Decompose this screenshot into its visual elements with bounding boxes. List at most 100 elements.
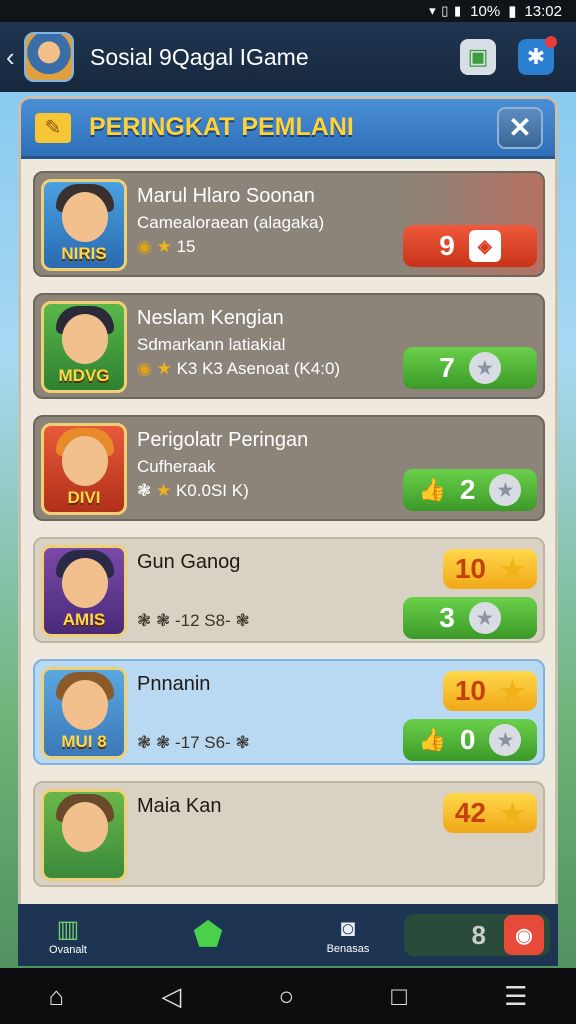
flower-icon: ❃ [137,481,152,500]
recents-icon[interactable]: □ [391,981,407,1012]
flower-icon: ❃ [235,733,250,752]
gold-pill[interactable]: 10 ★ [443,549,537,589]
star-icon: ★ [156,237,172,256]
nav-item-camera[interactable]: ◙ Benasas [298,915,398,955]
player-avatar: DIVI [41,423,127,515]
gold-value: 10 [454,553,487,584]
leaderboard-row[interactable]: DIVI Perigolatr Peringan Cufheraak ❃ ★ K… [33,415,545,521]
panel-header: ✎ PERINGKAT PEMLANI ✕ [21,99,555,159]
clock: 13:02 [524,2,562,20]
panel-title: PERINGKAT PEMLANI [89,113,354,141]
nav-item-center[interactable]: ⬟ [158,915,258,955]
player-stats: ◉ ★ 15 [137,237,195,257]
score-pill[interactable]: 👍 0 ★ [403,719,537,761]
score-value: 9 [439,230,455,261]
home-icon[interactable]: ⌂ [49,981,65,1012]
nav-label: Ovanalt [49,943,87,956]
shield-phone-icon: ⬟ [193,916,223,954]
battery-icon: ▮ [508,3,517,20]
leaderboard-row[interactable]: MDVG Neslam Kengian Sdmarkann latiakial … [33,293,545,399]
app-avatar[interactable] [24,32,74,82]
gift-icon[interactable]: ▣ [460,39,496,75]
star-badge-icon: ★ [468,602,501,634]
leaderboard-row[interactable]: Maia Kan 42 ★ [33,781,545,887]
player-stats-value: K3 K3 Asenoat (K4:0) [176,359,341,378]
star-icon: ★ [500,797,526,829]
status-bar: ▾ ▯ ▮ 10% ▮ 13:02 [0,0,576,22]
star-badge-icon: ★ [489,724,522,756]
player-tag: NIRIS [61,244,107,263]
nav-label: Benasas [326,943,370,955]
score-value: 3 [439,602,455,633]
player-avatar [41,789,127,881]
player-avatar: NIRIS [41,179,127,271]
star-icon: ★ [500,675,526,707]
score-pill[interactable]: 3 ★ [403,597,537,639]
score-pill[interactable]: 9 ◈ [403,225,537,267]
score-value: 7 [439,352,455,383]
gold-pill[interactable]: 10 ★ [443,671,537,711]
menu-icon[interactable]: ☰ [504,981,527,1012]
coin-icon: ◉ [137,237,152,256]
pencil-icon: ✎ [35,112,71,143]
flower-icon: ❃ [235,611,250,630]
star-badge-icon: ★ [468,352,501,384]
leaderboard-list: NIRIS Marul Hlaro Soonan Camealoraean (a… [33,171,545,903]
score-pill[interactable]: 7 ★ [403,347,537,389]
player-stats: ❃ ❃ -12 S8- ❃ [137,611,250,631]
player-name: Gun Ganog [137,551,241,573]
camera-icon: ◙ [340,915,356,942]
star-icon: ★ [156,359,172,378]
player-stats-value: K0.0SI K) [175,481,249,500]
leaderboard-panel: ✎ PERINGKAT PEMLANI ✕ NIRIS Marul Hlaro … [18,96,558,956]
app-bar: ‹ Sosial 9Qagal IGame ▣ ✱ [0,22,576,92]
star-icon: ★ [155,481,172,500]
player-tag: AMIS [62,610,106,629]
leaderboard-row[interactable]: NIRIS Marul Hlaro Soonan Camealoraean (a… [33,171,545,277]
notification-badge-icon[interactable]: ✱ [518,36,557,75]
gold-value: 42 [454,797,487,828]
chart-icon: ▥ [56,915,80,943]
player-name: Maia Kan [137,795,222,817]
nav-score-pill[interactable]: 8 ◉ [404,914,550,956]
player-tag: MDVG [58,366,110,385]
player-avatar: MUI 8 [41,667,127,759]
coin-icon: ◉ [137,359,152,378]
app-title: Sosial 9Qagal IGame [90,43,309,70]
player-stats: ❃ ❃ -17 S6- ❃ [137,733,250,753]
notification-dot [545,36,557,48]
gold-value: 10 [454,675,487,706]
player-tag: MUI 8 [61,732,107,751]
nav-item-left[interactable]: ▥ Ovanalt [18,915,118,956]
player-subtitle: Sdmarkann latiakial [137,335,286,354]
battery-text: 10% [470,2,501,20]
player-stats-value: -17 S6- [174,733,231,752]
player-name: Pnnanin [137,673,211,695]
signal-icon: ▾ ▯ ▮ [429,3,463,18]
player-name: Perigolatr Peringan [137,429,309,451]
leaderboard-row-current-player[interactable]: MUI 8 Pnnanin ❃ ❃ -17 S6- ❃ 10 ★ 👍 0 ★ [33,659,545,765]
system-nav-bar: ⌂ ◁ ○ □ ☰ [0,968,576,1024]
close-button[interactable]: ✕ [497,106,543,149]
player-subtitle: Camealoraean (alagaka) [137,213,325,232]
gold-pill[interactable]: 42 ★ [443,793,537,833]
back-arrow-icon[interactable]: ‹ [6,42,22,73]
bottom-nav: ▥ Ovanalt ⬟ ◙ Benasas 8 ◉ [18,904,558,966]
star-badge-icon: ★ [489,474,522,506]
player-subtitle: Cufheraak [137,457,216,476]
player-stats: ◉ ★ K3 K3 Asenoat (K4:0) [137,359,340,379]
circle-home-icon[interactable]: ○ [278,981,294,1012]
diamond-icon: ◈ [468,230,501,262]
leaderboard-row[interactable]: AMIS Gun Ganog ❃ ❃ -12 S8- ❃ 10 ★ 3 ★ [33,537,545,643]
back-icon[interactable]: ◁ [161,981,181,1012]
player-stats-value: -12 S8- [174,611,231,630]
player-avatar: MDVG [41,301,127,393]
player-stats-value: 15 [176,237,196,256]
score-value: 0 [459,724,476,755]
score-pill[interactable]: 👍 2 ★ [403,469,537,511]
flower-icon: ❃ ❃ [137,611,171,630]
score-value: 2 [459,474,476,505]
player-name: Marul Hlaro Soonan [137,185,315,207]
player-stats: ❃ ★ K0.0SI K) [137,481,249,501]
player-name: Neslam Kengian [137,307,284,329]
